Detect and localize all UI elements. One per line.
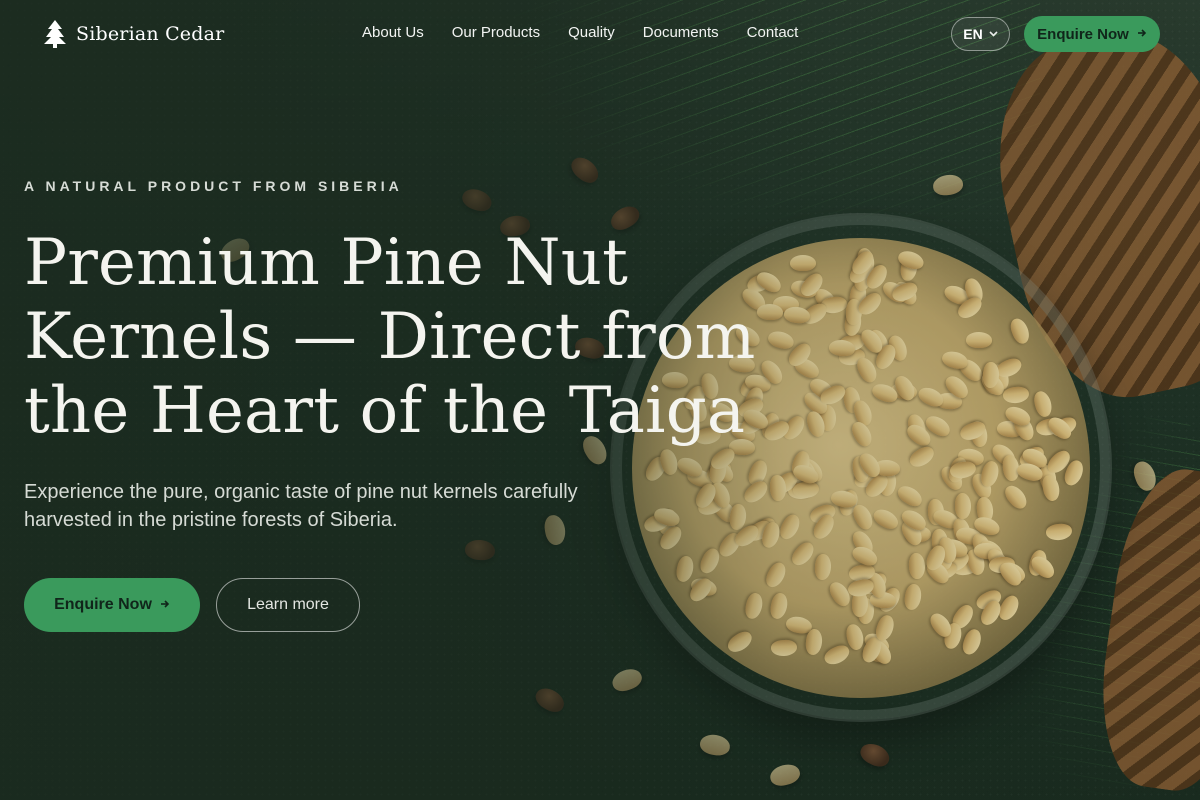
hero-title: Premium Pine Nut Kernels — Direct from t…	[24, 226, 756, 448]
nav-item-our-products[interactable]: Our Products	[452, 24, 540, 41]
main-nav: About Us Our Products Quality Documents …	[362, 24, 798, 41]
nav-item-quality[interactable]: Quality	[568, 24, 615, 41]
site-header: Siberian Cedar About Us Our Products Qua…	[0, 0, 1200, 68]
pine-tree-icon	[44, 20, 66, 48]
chevron-down-icon	[989, 29, 998, 40]
hero-subtitle: Experience the pure, organic taste of pi…	[24, 481, 578, 531]
hero-enquire-now-label: Enquire Now	[54, 596, 152, 613]
arrow-right-icon	[160, 598, 170, 612]
hero-eyebrow: A NATURAL PRODUCT FROM SIBERIA	[24, 178, 403, 194]
language-selector[interactable]: EN	[951, 17, 1010, 51]
logo[interactable]: Siberian Cedar	[44, 20, 224, 48]
nav-item-documents[interactable]: Documents	[643, 24, 719, 41]
hero-enquire-now-button[interactable]: Enquire Now	[24, 578, 200, 632]
brand-name: Siberian Cedar	[76, 23, 225, 45]
arrow-right-icon	[1137, 27, 1147, 41]
learn-more-button[interactable]: Learn more	[216, 578, 360, 632]
language-label: EN	[963, 26, 983, 42]
nav-item-contact[interactable]: Contact	[747, 24, 799, 41]
enquire-now-button[interactable]: Enquire Now	[1024, 16, 1160, 52]
nav-item-about-us[interactable]: About Us	[362, 24, 424, 41]
enquire-now-label: Enquire Now	[1037, 25, 1129, 43]
